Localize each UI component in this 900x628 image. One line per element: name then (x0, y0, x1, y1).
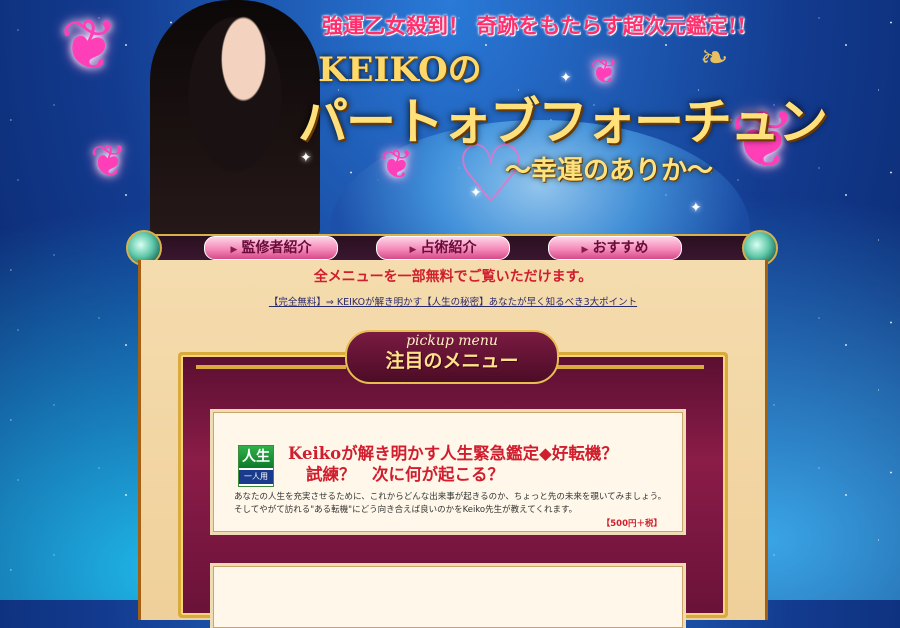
pickup-label-en: pickup menu (406, 333, 498, 349)
site-subtitle: 〜幸運のありか〜 (505, 156, 714, 186)
triangle-right-icon: ▶ (581, 245, 589, 255)
site-title: パートォブフォーチュン (298, 92, 828, 151)
nav-item-label: 占術紹介 (420, 240, 477, 256)
triangle-right-icon: ▶ (230, 245, 238, 255)
badge-type: 一人用 (239, 470, 273, 484)
pickup-menu-ribbon: pickup menu 注目のメニュー (345, 330, 559, 384)
sparkle-icon: ✦ (690, 200, 702, 216)
category-badge: 人生 一人用 (238, 445, 274, 487)
nav-item-supervisor[interactable]: ▶ 監修者紹介 (204, 236, 338, 260)
nav-item-divination[interactable]: ▶ 占術紹介 (376, 236, 510, 260)
pickup-label-jp: 注目のメニュー (385, 350, 519, 372)
butterfly-icon: ❦ (90, 136, 127, 187)
fortune-teller-portrait (150, 0, 320, 236)
menu-title-line2: 試練？ 次に何が起こる？ (306, 465, 504, 484)
menu-card[interactable] (213, 566, 683, 628)
header-tagline: 強運乙女殺到！ 奇跡をもたらす超次元鑑定!! (322, 13, 747, 38)
triangle-right-icon: ▶ (409, 245, 417, 255)
menu-card[interactable]: 人生 一人用 Keikoが解き明かす人生緊急鑑定◆好転機？ 試練？ 次に何が起こ… (213, 412, 683, 532)
free-reading-link[interactable]: 【完全無料】⇒ KEIKOが解き明かす【人生の秘密】あなたが早く知るべき3大ポイ… (141, 294, 765, 308)
free-notice: 全メニューを一部無料でご覧いただけます。 (313, 269, 593, 285)
badge-category: 人生 (239, 446, 273, 468)
header-banner: ❦ ❦ ❦ ❦ ❦ ✦ ✦ ✦ ✦ ♡ 強運乙女殺到！ 奇跡をもたらす超次元鑑定… (0, 0, 900, 340)
menu-price: 【500円＋税】 (601, 519, 662, 529)
nav-item-label: おすすめ (592, 240, 649, 256)
ornament-icon: ❧ (700, 38, 729, 78)
nav-item-recommend[interactable]: ▶ おすすめ (548, 236, 682, 260)
ribbon-ornament (554, 365, 704, 369)
butterfly-icon: ❦ (60, 4, 119, 86)
menu-description: あなたの人生を充実させるために、これからどんな出来事が起きるのか、ちょっと先の未… (234, 492, 667, 515)
menu-title-line1: Keikoが解き明かす人生緊急鑑定◆好転機？ (288, 444, 618, 463)
menu-title-link[interactable]: Keikoが解き明かす人生緊急鑑定◆好転機？ 試練？ 次に何が起こる？ (288, 443, 674, 485)
ribbon-ornament (196, 365, 346, 369)
nav-item-label: 監修者紹介 (241, 240, 312, 256)
